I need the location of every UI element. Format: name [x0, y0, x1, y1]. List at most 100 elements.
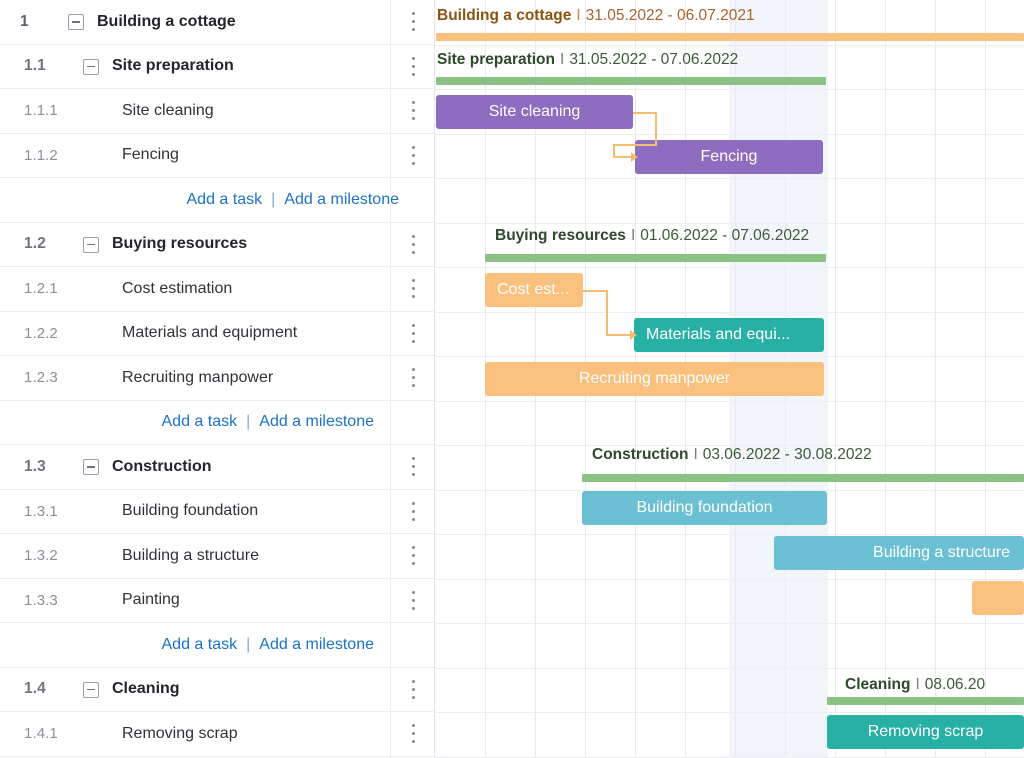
row-wbs-number: 1.4: [24, 680, 46, 698]
row-menu-kebab-icon[interactable]: [407, 101, 423, 121]
table-row[interactable]: 1.3.3Painting: [0, 579, 434, 624]
add-links-separator: |: [246, 413, 250, 431]
row-menu-kebab-icon[interactable]: [407, 146, 423, 166]
row-menu-kebab-icon[interactable]: [407, 12, 423, 32]
summary-date-range: 31.05.2022 - 07.06.2022: [569, 51, 738, 68]
label-separator: I: [693, 446, 697, 463]
collapse-minus-icon[interactable]: [68, 14, 84, 30]
table-row[interactable]: 1.3Construction: [0, 445, 434, 490]
task-name-cell: Recruiting manpower: [122, 369, 273, 387]
task-bar[interactable]: Materials and equi...: [634, 318, 824, 352]
add-a-milestone-link[interactable]: Add a milestone: [259, 636, 374, 654]
table-row[interactable]: 1.1Site preparation: [0, 45, 434, 90]
add-a-task-link[interactable]: Add a task: [162, 636, 238, 654]
task-bar[interactable]: Building a structure: [774, 536, 1024, 570]
row-wbs-number: 1.3.2: [24, 547, 58, 564]
chart-gridline-horizontal: [435, 579, 1024, 580]
task-bar[interactable]: Removing scrap: [827, 715, 1024, 749]
task-bar-label: Fencing: [701, 148, 758, 166]
table-row[interactable]: 1.1.1Site cleaning: [0, 89, 434, 134]
task-bar-label: Site cleaning: [489, 103, 581, 121]
task-name-cell: Site cleaning: [122, 102, 214, 120]
table-row[interactable]: 1.4Cleaning: [0, 668, 434, 713]
dependency-arrowhead-icon: [631, 152, 638, 162]
table-row[interactable]: 1Building a cottage: [0, 0, 434, 45]
summary-name: Site preparation: [437, 51, 555, 68]
task-name-cell: Cost estimation: [122, 280, 232, 298]
menu-column-divider: [390, 0, 391, 758]
row-menu-kebab-icon[interactable]: [407, 235, 423, 255]
group-summary-bar[interactable]: [827, 697, 1024, 705]
summary-name: Building a cottage: [437, 7, 571, 24]
chart-gridline-horizontal: [435, 356, 1024, 357]
row-menu-kebab-icon[interactable]: [407, 279, 423, 299]
task-bar[interactable]: Cost est...: [485, 273, 583, 307]
add-row: Add a task | Add a milestone: [0, 623, 434, 668]
row-menu-kebab-icon[interactable]: [407, 57, 423, 77]
dependency-segment: [655, 112, 657, 146]
collapse-minus-icon[interactable]: [83, 459, 99, 475]
row-menu-kebab-icon[interactable]: [407, 324, 423, 344]
task-bar-label: Building a structure: [873, 544, 1010, 562]
table-row[interactable]: 1.2.3Recruiting manpower: [0, 356, 434, 401]
gantt-chart-pane: Building a cottageI31.05.2022 - 06.07.20…: [435, 0, 1024, 758]
table-row[interactable]: 1.4.1Removing scrap: [0, 712, 434, 757]
task-bar[interactable]: Recruiting manpower: [485, 362, 824, 396]
chart-gridline-horizontal: [435, 89, 1024, 90]
label-separator: I: [915, 676, 919, 693]
group-summary-bar[interactable]: [436, 77, 826, 85]
table-row[interactable]: 1.2.1 Cost estimation: [0, 267, 434, 312]
group-summary-bar[interactable]: [582, 474, 1024, 482]
dependency-segment: [613, 156, 633, 158]
table-row[interactable]: 1.2.2Materials and equipment: [0, 312, 434, 357]
chart-gridline-horizontal: [435, 134, 1024, 135]
project-summary-bar[interactable]: [436, 33, 1024, 41]
row-menu-kebab-icon[interactable]: [407, 457, 423, 477]
row-menu-kebab-icon[interactable]: [407, 368, 423, 388]
dependency-segment: [613, 144, 657, 146]
task-name-cell: Materials and equipment: [122, 324, 297, 342]
row-wbs-number: 1.1: [24, 57, 46, 75]
add-a-task-link[interactable]: Add a task: [187, 191, 263, 209]
row-menu-kebab-icon[interactable]: [407, 591, 423, 611]
collapse-minus-icon[interactable]: [83, 682, 99, 698]
task-bar[interactable]: Building foundation: [582, 491, 827, 525]
row-wbs-number: 1: [20, 13, 29, 31]
row-menu-kebab-icon[interactable]: [407, 724, 423, 744]
chart-gridline-horizontal: [435, 45, 1024, 46]
add-links-separator: |: [246, 636, 250, 654]
table-row[interactable]: 1.3.1Building foundation: [0, 490, 434, 535]
row-wbs-number: 1.2: [24, 235, 46, 253]
row-wbs-number: 1.4.1: [24, 725, 58, 742]
collapse-minus-icon[interactable]: [83, 59, 99, 75]
summary-date-range: 03.06.2022 - 30.08.2022: [703, 446, 872, 463]
task-bar[interactable]: Fencing: [635, 140, 823, 174]
group-summary-bar[interactable]: [485, 254, 826, 262]
add-a-milestone-link[interactable]: Add a milestone: [259, 413, 374, 431]
task-bar-label: Materials and equi...: [646, 326, 790, 344]
table-row[interactable]: 1.2Buying resources: [0, 223, 434, 268]
table-row[interactable]: 1.3.2 Building a structure: [0, 534, 434, 579]
row-wbs-number: 1.3.1: [24, 503, 58, 520]
summary-bar-label: Site preparationI31.05.2022 - 07.06.2022: [437, 51, 738, 69]
chart-gridline-vertical: [985, 0, 986, 758]
chart-gridline-horizontal: [435, 267, 1024, 268]
add-a-task-link[interactable]: Add a task: [162, 413, 238, 431]
task-name-cell: Building a structure: [122, 547, 259, 565]
chart-gridline-horizontal: [435, 178, 1024, 179]
task-name-cell: Painting: [122, 591, 180, 609]
task-bar[interactable]: Site cleaning: [436, 95, 633, 129]
task-bar[interactable]: [972, 581, 1024, 615]
collapse-minus-icon[interactable]: [83, 237, 99, 253]
row-wbs-number: 1.2.1: [24, 280, 58, 297]
summary-bar-label: CleaningI08.06.20: [845, 676, 985, 694]
table-row[interactable]: 1.1.2Fencing: [0, 134, 434, 179]
dependency-segment: [633, 112, 657, 114]
row-menu-kebab-icon[interactable]: [407, 680, 423, 700]
row-menu-kebab-icon[interactable]: [407, 502, 423, 522]
gantt-app: 1Building a cottage1.1Site preparation1.…: [0, 0, 1024, 758]
add-a-milestone-link[interactable]: Add a milestone: [284, 191, 399, 209]
task-bar-label: Building foundation: [636, 499, 772, 517]
row-menu-kebab-icon[interactable]: [407, 546, 423, 566]
chart-gridline-horizontal: [435, 401, 1024, 402]
